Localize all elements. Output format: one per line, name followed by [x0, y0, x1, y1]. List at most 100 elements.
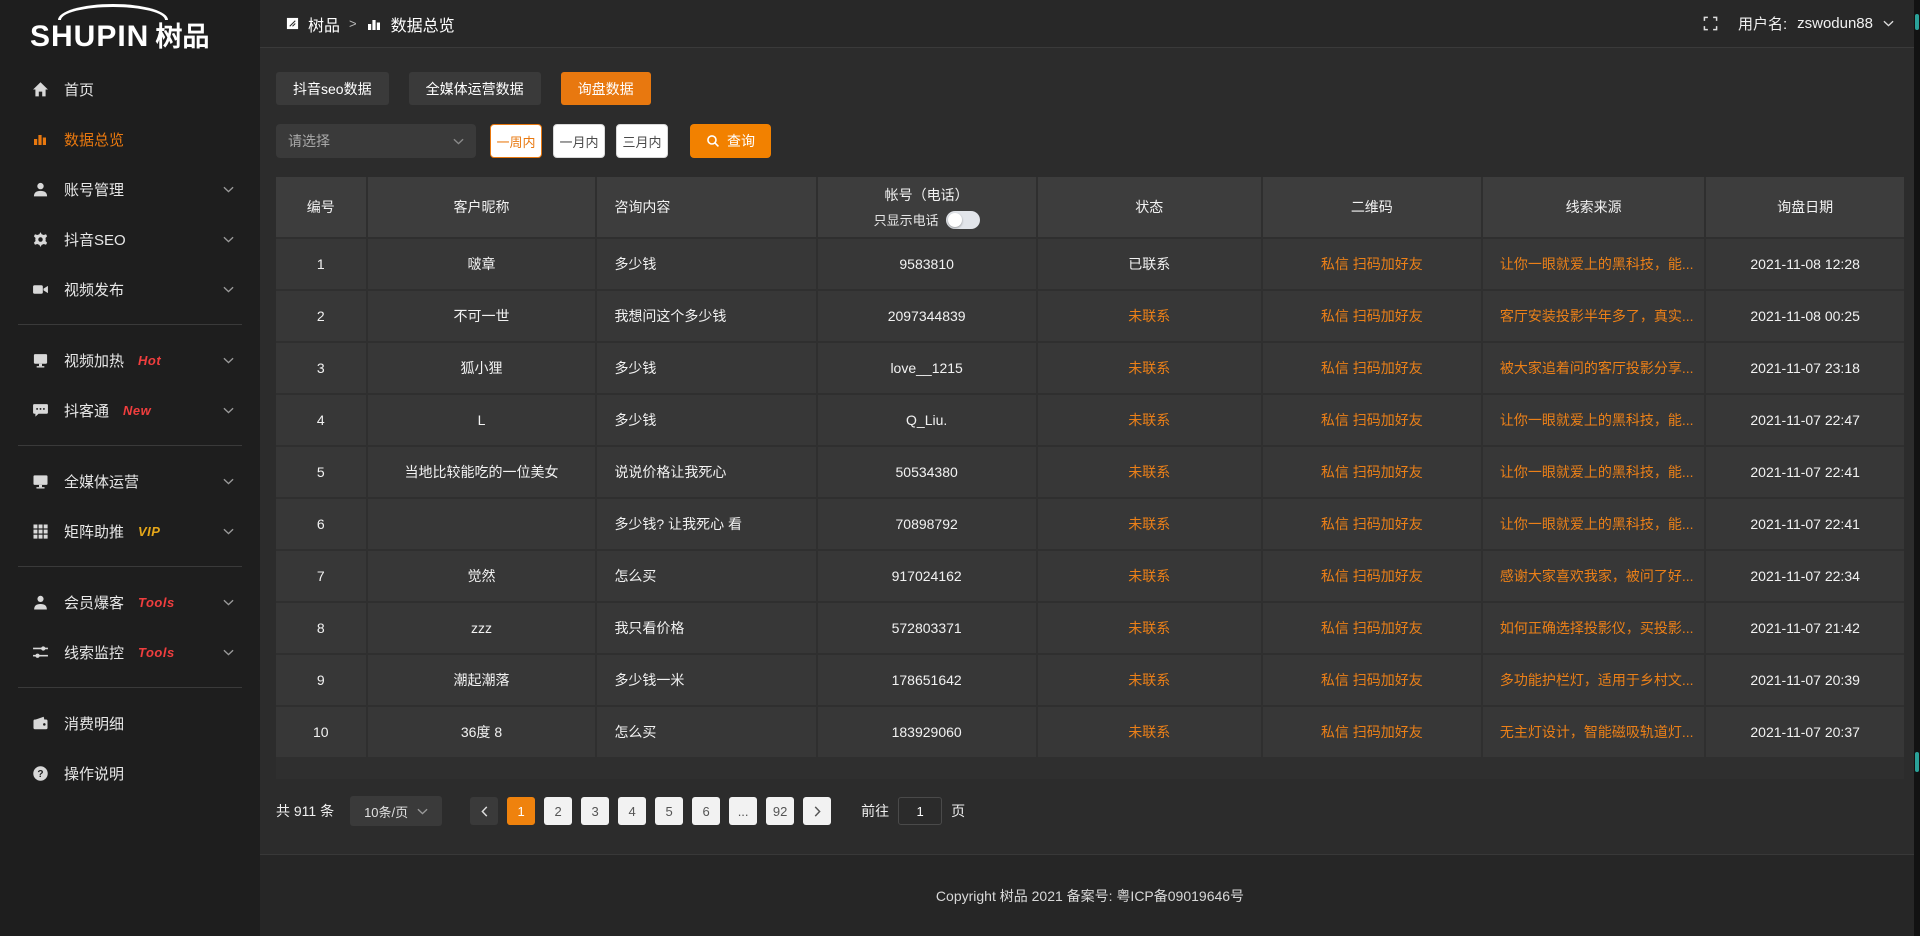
cell-number: 7 [276, 551, 366, 601]
scrollbar[interactable] [1914, 0, 1920, 936]
qr-add-friend-link[interactable]: 私信 扫码加好友 [1321, 410, 1423, 430]
sidebar-item-media-operation[interactable]: 全媒体运营 [0, 456, 260, 506]
sidebar-divider [18, 687, 242, 688]
cell-nickname: 啵章 [368, 239, 596, 289]
cell-qrcode: 私信 扫码加好友 [1263, 707, 1481, 757]
qr-add-friend-link[interactable]: 私信 扫码加好友 [1321, 670, 1423, 690]
period-button-2[interactable]: 三月内 [616, 124, 668, 158]
filter-select[interactable]: 请选择 [276, 124, 476, 158]
source-link[interactable]: 无主灯设计，智能磁吸轨道灯... [1500, 722, 1694, 742]
cell-source: 多功能护栏灯，适用于乡村文... [1483, 655, 1704, 705]
qr-add-friend-link[interactable]: 私信 扫码加好友 [1321, 462, 1423, 482]
chevron-down-icon [223, 357, 234, 364]
page-button-4[interactable]: 4 [618, 797, 646, 825]
page-button-6[interactable]: 6 [692, 797, 720, 825]
period-button-1[interactable]: 一月内 [553, 124, 605, 158]
sidebar-item-label: 数据总览 [64, 129, 124, 150]
breadcrumb-root[interactable]: 树品 [308, 12, 340, 36]
username-label: 用户名: [1738, 13, 1787, 34]
chevron-down-icon [223, 407, 234, 414]
sidebar-item-home[interactable]: 首页 [0, 64, 260, 114]
page-button-1[interactable]: 1 [507, 797, 535, 825]
page-button-2[interactable]: 2 [544, 797, 572, 825]
sidebar-item-member-burst[interactable]: 会员爆客 Tools [0, 577, 260, 627]
sidebar-item-douyin-seo[interactable]: 抖音SEO [0, 214, 260, 264]
qr-add-friend-link[interactable]: 私信 扫码加好友 [1321, 566, 1423, 586]
cell-status: 未联系 [1038, 291, 1261, 341]
source-link[interactable]: 让你一眼就爱上的黑科技，能... [1500, 410, 1694, 430]
sidebar-item-account-manage[interactable]: 账号管理 [0, 164, 260, 214]
sidebar-item-badge: Tools [138, 645, 175, 660]
sidebar-item-clue-monitor[interactable]: 线索监控 Tools [0, 627, 260, 677]
page-button-5[interactable]: 5 [655, 797, 683, 825]
cell-status: 未联系 [1038, 447, 1261, 497]
inquiry-table: 编号 客户昵称 咨询内容 帐号（电话） 只显示电话 状态 二维码 线索来源 询盘… [276, 177, 1904, 779]
prev-page-button[interactable] [470, 797, 498, 825]
user-icon [32, 181, 49, 198]
tab-1[interactable]: 全媒体运营数据 [409, 72, 541, 105]
column-header-status: 状态 [1038, 177, 1261, 237]
table-row: 5 当地比较能吃的一位美女 说说价格让我死心 50534380 未联系 私信 扫… [276, 447, 1904, 497]
qr-add-friend-link[interactable]: 私信 扫码加好友 [1321, 618, 1423, 638]
tab-2[interactable]: 询盘数据 [561, 72, 651, 105]
sidebar-item-video-publish[interactable]: 视频发布 [0, 264, 260, 314]
sidebar-item-douketong[interactable]: 抖客通 New [0, 385, 260, 435]
chevron-down-icon [223, 286, 234, 293]
qr-add-friend-link[interactable]: 私信 扫码加好友 [1321, 722, 1423, 742]
qr-add-friend-link[interactable]: 私信 扫码加好友 [1321, 254, 1423, 274]
sidebar-item-data-overview[interactable]: 数据总览 [0, 114, 260, 164]
sidebar: SHUPIN 树品 首页 数据总览 账号管理 抖音SEO 视频发布 视频加热 H… [0, 0, 260, 936]
sidebar-item-help[interactable]: ? 操作说明 [0, 748, 260, 798]
sidebar-item-consume-detail[interactable]: 消费明细 [0, 698, 260, 748]
source-link[interactable]: 客厅安装投影半年多了，真实... [1500, 306, 1694, 326]
main-column: 树品 > 数据总览 用户名: zswodun88 抖音seo数据全媒体运营数据询… [260, 0, 1920, 936]
logo: SHUPIN 树品 [0, 0, 260, 62]
breadcrumb-current: 数据总览 [391, 12, 455, 36]
chevron-down-icon[interactable] [1883, 20, 1894, 27]
column-header-content: 咨询内容 [597, 177, 815, 237]
table-row: 1 啵章 多少钱 9583810 已联系 私信 扫码加好友 让你一眼就爱上的黑科… [276, 239, 1904, 289]
phone-only-toggle[interactable] [946, 211, 980, 229]
username-value[interactable]: zswodun88 [1797, 15, 1873, 32]
source-link[interactable]: 让你一眼就爱上的黑科技，能... [1500, 254, 1694, 274]
table-row: 4 L 多少钱 Q_Liu. 未联系 私信 扫码加好友 让你一眼就爱上的黑科技，… [276, 395, 1904, 445]
cell-source: 客厅安装投影半年多了，真实... [1483, 291, 1704, 341]
tab-0[interactable]: 抖音seo数据 [276, 72, 389, 105]
cell-account: 2097344839 [818, 291, 1036, 341]
qr-add-friend-link[interactable]: 私信 扫码加好友 [1321, 358, 1423, 378]
source-link[interactable]: 多功能护栏灯，适用于乡村文... [1500, 670, 1694, 690]
logo-text-en: SHUPIN [30, 20, 149, 54]
table-header-row: 编号 客户昵称 咨询内容 帐号（电话） 只显示电话 状态 二维码 线索来源 询盘… [276, 177, 1904, 237]
sidebar-item-label: 消费明细 [64, 713, 124, 734]
source-link[interactable]: 让你一眼就爱上的黑科技，能... [1500, 462, 1694, 482]
goto-page-input[interactable] [898, 797, 942, 825]
monitor-icon [32, 473, 49, 490]
cell-date: 2021-11-08 12:28 [1706, 239, 1904, 289]
source-link[interactable]: 让你一眼就爱上的黑科技，能... [1500, 514, 1694, 534]
page-size-select[interactable]: 10条/页 [350, 796, 442, 826]
screen-icon [32, 352, 49, 369]
source-link[interactable]: 感谢大家喜欢我家，被问了好... [1500, 566, 1694, 586]
search-icon [706, 134, 720, 148]
source-link[interactable]: 如何正确选择投影仪，买投影... [1500, 618, 1694, 638]
gear-icon [32, 231, 49, 248]
fullscreen-icon[interactable] [1703, 16, 1718, 31]
sidebar-item-video-heat[interactable]: 视频加热 Hot [0, 335, 260, 385]
period-button-0[interactable]: 一周内 [490, 124, 542, 158]
cell-qrcode: 私信 扫码加好友 [1263, 499, 1481, 549]
cell-qrcode: 私信 扫码加好友 [1263, 343, 1481, 393]
sidebar-item-matrix-boost[interactable]: 矩阵助推 VIP [0, 506, 260, 556]
next-page-button[interactable] [803, 797, 831, 825]
sidebar-item-badge: Tools [138, 595, 175, 610]
query-button[interactable]: 查询 [690, 124, 771, 158]
scrollbar-thumb-bottom[interactable] [1915, 752, 1919, 772]
page-button-3[interactable]: 3 [581, 797, 609, 825]
page-ellipsis-button[interactable]: ... [729, 797, 757, 825]
source-link[interactable]: 被大家追着问的客厅投影分享... [1500, 358, 1694, 378]
qr-add-friend-link[interactable]: 私信 扫码加好友 [1321, 514, 1423, 534]
qr-add-friend-link[interactable]: 私信 扫码加好友 [1321, 306, 1423, 326]
query-label: 查询 [727, 131, 755, 151]
page-button-92[interactable]: 92 [766, 797, 794, 825]
table-row: 9 潮起潮落 多少钱一米 178651642 未联系 私信 扫码加好友 多功能护… [276, 655, 1904, 705]
scrollbar-thumb-top[interactable] [1915, 14, 1919, 30]
